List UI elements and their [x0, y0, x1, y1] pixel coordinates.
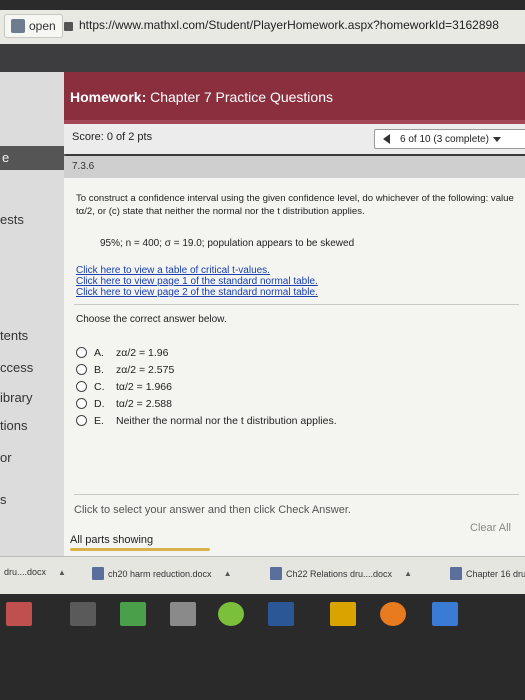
question-navigator[interactable]: 6 of 10 (3 complete) — [374, 129, 525, 149]
caret-icon[interactable]: ▲ — [404, 569, 412, 578]
powerpoint-icon[interactable] — [6, 602, 32, 626]
link-normal-table-page-1[interactable]: Click here to view page 1 of the standar… — [76, 276, 318, 287]
option-a[interactable]: A. zα/2 = 1.96 — [76, 344, 337, 361]
option-c[interactable]: C. tα/2 = 1.966 — [76, 378, 337, 395]
option-letter: C. — [94, 380, 105, 393]
sidebar-item-s[interactable]: s — [0, 492, 7, 507]
download-label: ch20 harm reduction.docx — [108, 568, 212, 579]
sidebar-item-tests[interactable]: ests — [0, 212, 24, 227]
option-letter: B. — [94, 363, 104, 376]
store-icon[interactable] — [120, 602, 146, 626]
caret-icon[interactable]: ▲ — [224, 569, 232, 578]
app-icon[interactable] — [432, 602, 458, 626]
divider — [74, 304, 519, 305]
word-doc-icon — [92, 567, 104, 580]
answer-options: A. zα/2 = 1.96 B. zα/2 = 2.575 C. tα/2 =… — [76, 344, 337, 429]
browser-tab[interactable]: open — [4, 14, 63, 38]
option-d[interactable]: D. tα/2 = 2.588 — [76, 395, 337, 412]
page-title: Homework: Chapter 7 Practice Questions — [70, 89, 333, 105]
caret-icon[interactable]: ▲ — [58, 568, 66, 577]
question-number-bar: 7.3.6 — [64, 156, 525, 178]
page-top-band — [0, 44, 525, 72]
word-icon[interactable] — [268, 602, 294, 626]
download-label: Chapter 16 dru — [466, 568, 525, 579]
option-e[interactable]: E. Neither the normal nor the t distribu… — [76, 412, 337, 429]
option-text: zα/2 = 1.96 — [116, 346, 169, 359]
download-item[interactable]: ch20 harm reduction.docx ▲ — [92, 567, 231, 580]
page-icon — [11, 19, 25, 33]
sidebar-item-e[interactable]: e — [0, 146, 66, 170]
downloads-bar: dru....docx ▲ ch20 harm reduction.docx ▲… — [0, 556, 525, 595]
radio-a[interactable] — [76, 347, 87, 358]
link-t-table[interactable]: Click here to view a table of critical t… — [76, 265, 318, 276]
question-panel: To construct a confidence interval using… — [64, 178, 525, 556]
table-links: Click here to view a table of critical t… — [76, 265, 318, 298]
clear-all-button[interactable]: Clear All — [470, 522, 511, 534]
sidebar-item-options[interactable]: tions — [0, 418, 27, 433]
top-strip — [0, 0, 525, 10]
homework-title: Chapter 7 Practice Questions — [150, 89, 333, 105]
download-label: Ch22 Relations dru....docx — [286, 568, 393, 579]
search-icon[interactable] — [330, 602, 356, 626]
word-doc-icon — [270, 567, 282, 580]
chrome-icon[interactable] — [218, 602, 244, 626]
download-item[interactable]: dru....docx ▲ — [4, 567, 66, 577]
download-label: dru....docx — [4, 567, 47, 577]
option-b[interactable]: B. zα/2 = 2.575 — [76, 361, 337, 378]
address-bar[interactable]: https://www.mathxl.com/Student/PlayerHom… — [64, 18, 499, 32]
sidebar-item-access[interactable]: ccess — [0, 360, 33, 375]
homework-label: Homework: — [70, 89, 147, 105]
option-text: tα/2 = 1.966 — [116, 380, 172, 393]
option-letter: E. — [94, 414, 104, 427]
divider — [74, 494, 519, 495]
option-letter: A. — [94, 346, 104, 359]
chevron-down-icon[interactable] — [492, 136, 501, 142]
parts-showing-label: All parts showing — [70, 534, 154, 546]
radio-c[interactable] — [76, 381, 87, 392]
radio-e[interactable] — [76, 415, 87, 426]
question-prompt: To construct a confidence interval using… — [76, 193, 514, 217]
browser-toolbar: open https://www.mathxl.com/Student/Play… — [0, 10, 525, 45]
parts-underline — [70, 548, 210, 551]
photos-icon[interactable] — [170, 602, 196, 626]
score-bar: Score: 0 of 2 pts 6 of 10 (3 complete) — [64, 124, 525, 154]
question-given: 95%; n = 400; σ = 19.0; population appea… — [100, 238, 355, 249]
homework-header: Homework: Chapter 7 Practice Questions — [64, 72, 525, 120]
url-text: https://www.mathxl.com/Student/PlayerHom… — [79, 18, 499, 32]
score-text: Score: 0 of 2 pts — [72, 131, 153, 143]
previous-arrow-icon[interactable] — [383, 134, 390, 144]
file-icon[interactable] — [70, 602, 96, 626]
taskbar — [0, 594, 525, 700]
option-text: tα/2 = 2.588 — [116, 397, 172, 410]
progress-text: 6 of 10 (3 complete) — [400, 133, 489, 145]
footer-message: Click to select your answer and then cli… — [74, 504, 351, 516]
tab-label: open — [29, 19, 56, 33]
link-normal-table-page-2[interactable]: Click here to view page 2 of the standar… — [76, 287, 318, 298]
lock-icon — [64, 21, 73, 31]
option-text: zα/2 = 2.575 — [116, 363, 175, 376]
option-text: Neither the normal nor the t distributio… — [116, 414, 337, 427]
download-item[interactable]: Chapter 16 dru — [450, 567, 525, 580]
sidebar-item-or[interactable]: or — [0, 450, 12, 465]
question-number: 7.3.6 — [72, 161, 95, 172]
radio-b[interactable] — [76, 364, 87, 375]
sidebar-item-contents[interactable]: tents — [0, 328, 28, 343]
radio-d[interactable] — [76, 398, 87, 409]
word-doc-icon — [450, 567, 462, 580]
sidebar-item-library[interactable]: ibrary — [0, 390, 33, 405]
answer-instruction: Choose the correct answer below. — [76, 314, 227, 325]
download-item[interactable]: Ch22 Relations dru....docx ▲ — [270, 567, 412, 580]
option-letter: D. — [94, 397, 105, 410]
skype-icon[interactable] — [380, 602, 406, 626]
left-sidebar: e ests tents ccess ibrary tions or s — [0, 72, 66, 577]
